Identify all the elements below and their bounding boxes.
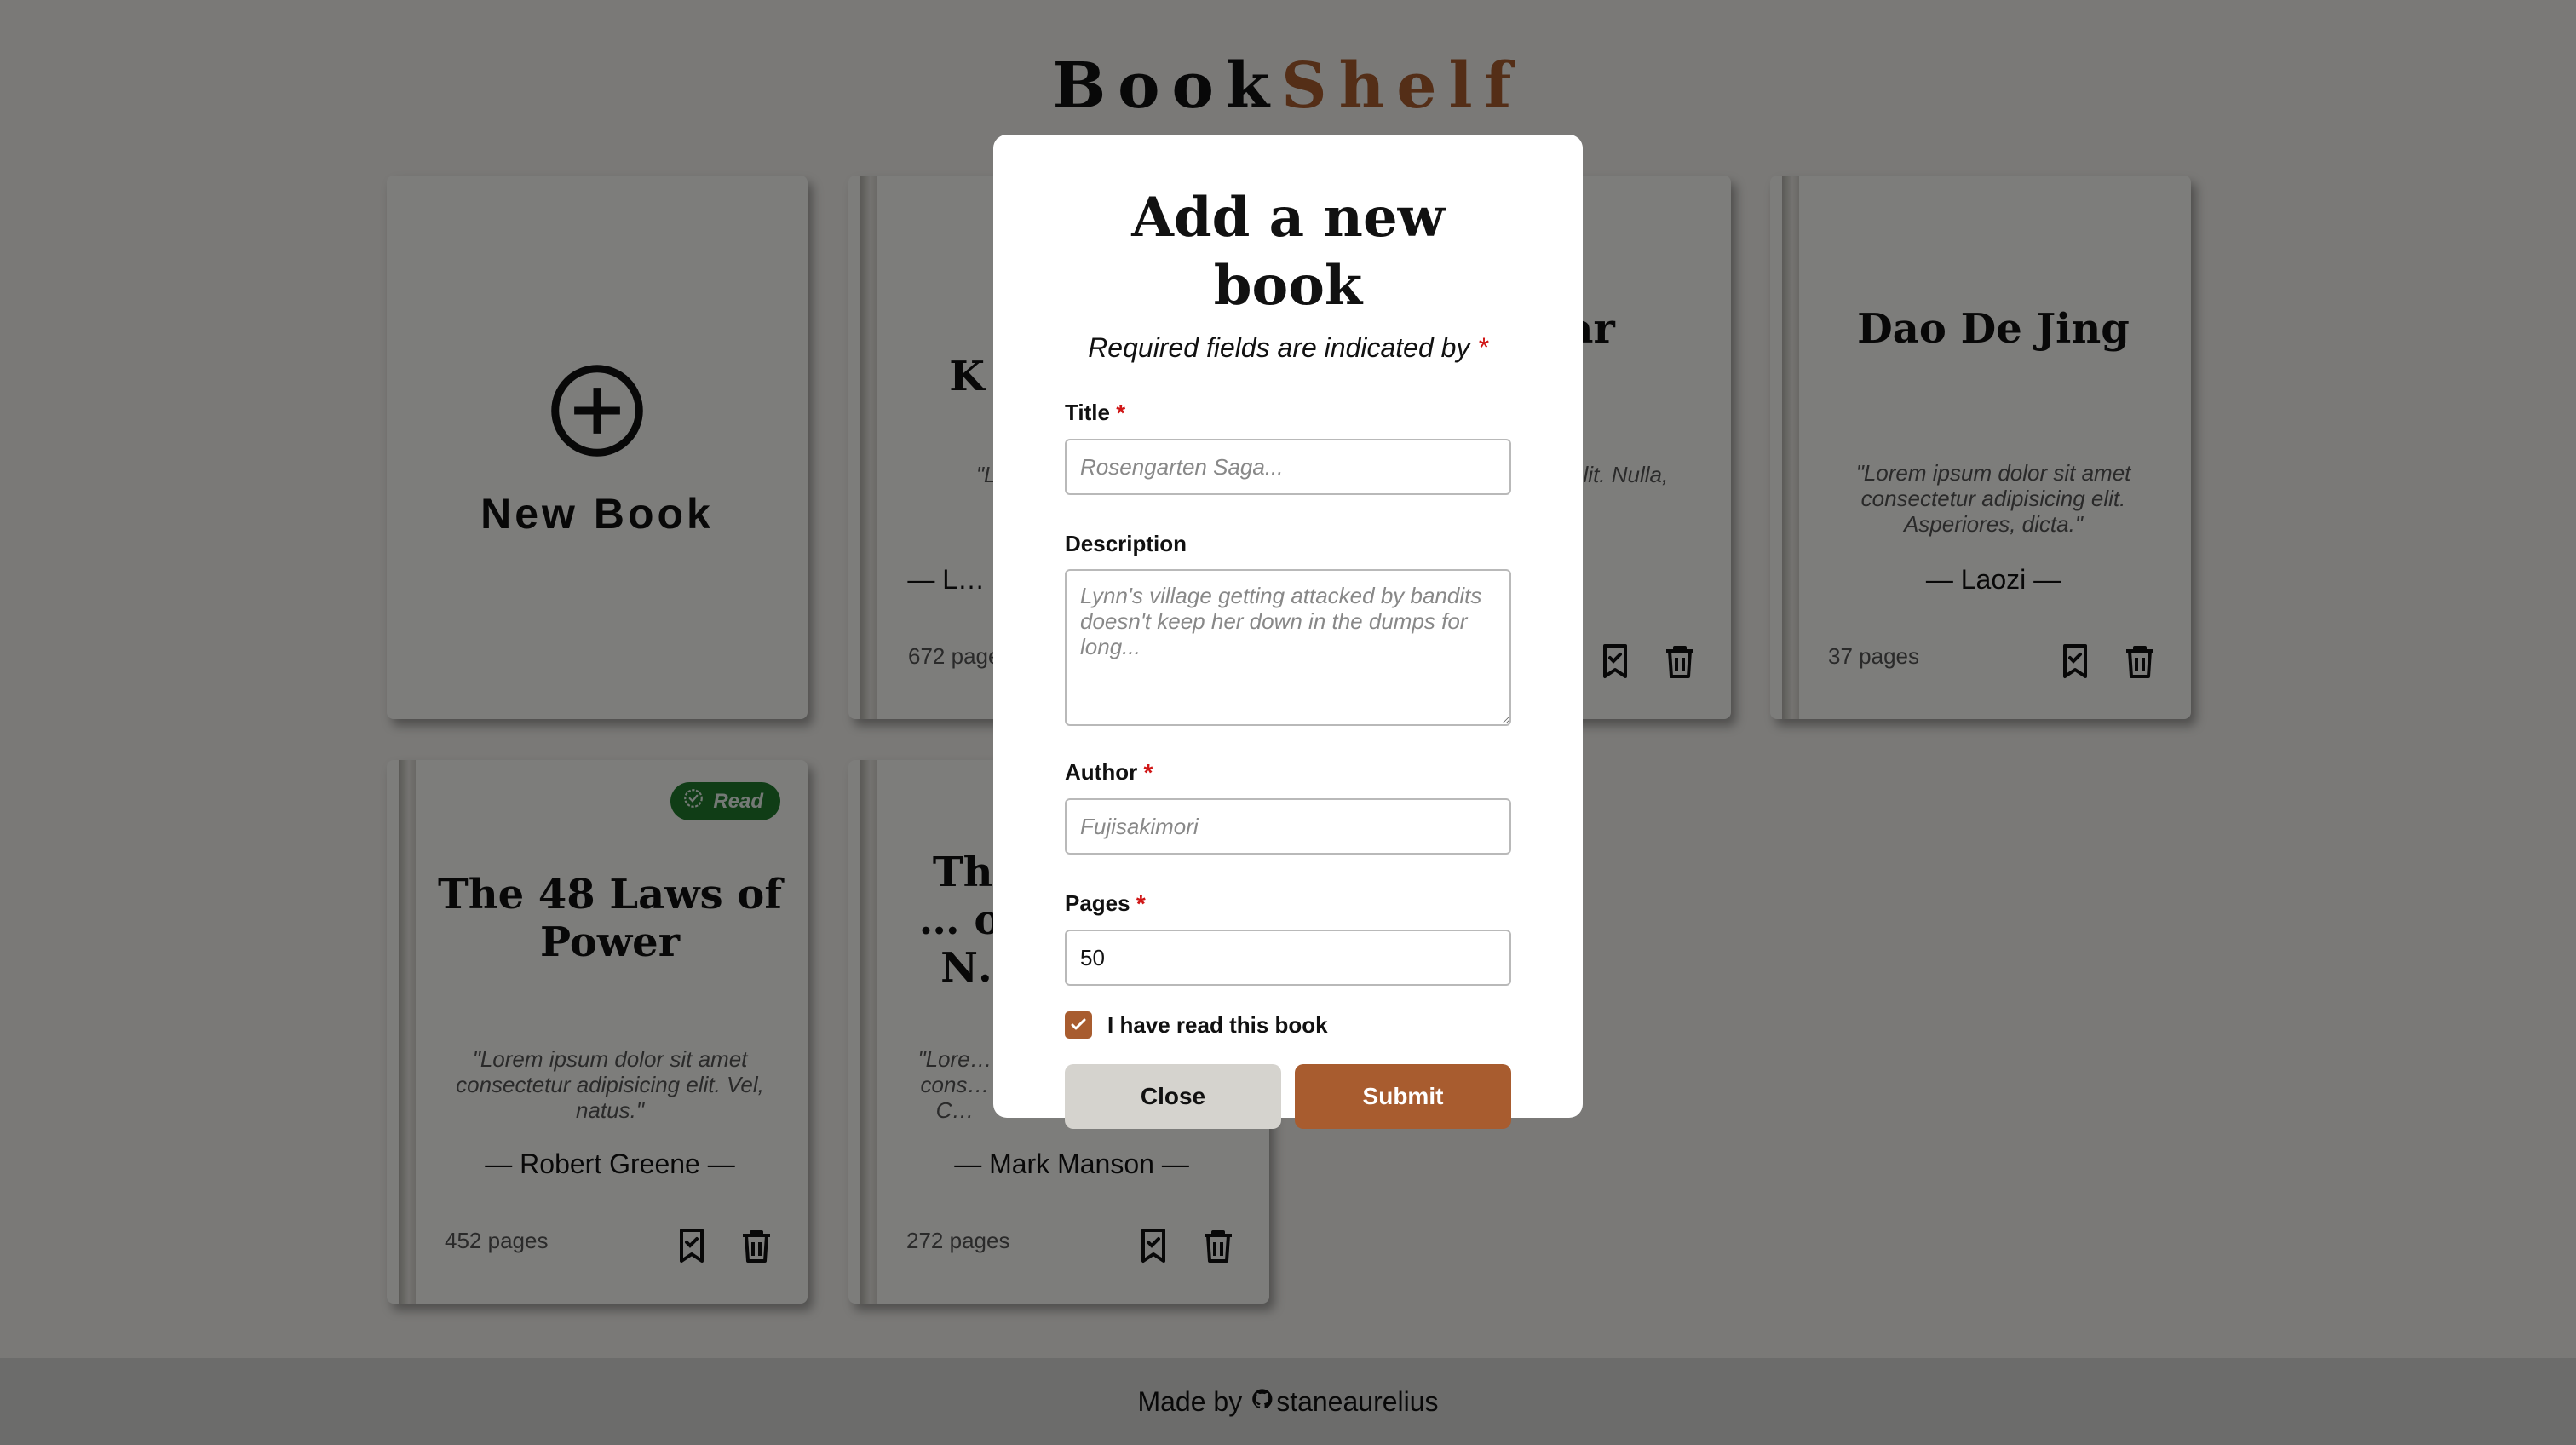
required-marker: * [1136,890,1146,917]
pages-label: Pages * [1065,890,1511,918]
read-checkbox[interactable] [1065,1011,1092,1039]
title-input[interactable] [1065,439,1511,495]
required-marker: * [1143,759,1153,786]
author-label-text: Author [1065,759,1138,785]
dialog-heading: Add a new book [1131,186,1445,318]
author-label: Author * [1065,759,1511,786]
title-label-text: Title [1065,400,1110,425]
author-input[interactable] [1065,798,1511,855]
dialog-buttons: Close Submit [1065,1064,1511,1129]
description-label-text: Description [1065,531,1187,556]
checkmark-icon [1071,1018,1086,1030]
read-checkbox-row[interactable]: I have read this book [1065,1011,1511,1039]
title-label: Title * [1065,400,1511,427]
required-marker: * [1477,332,1488,363]
required-marker: * [1116,400,1126,426]
close-button[interactable]: Close [1065,1064,1281,1129]
required-note-text: Required fields are indicated by [1088,332,1470,363]
read-checkbox-label: I have read this book [1107,1011,1328,1038]
description-label: Description [1065,531,1511,557]
pages-label-text: Pages [1065,890,1130,916]
required-note: Required fields are indicated by * [1065,332,1511,364]
add-book-dialog: Add a new book Required fields are indic… [993,135,1583,1129]
pages-input[interactable] [1065,930,1511,986]
submit-button[interactable]: Submit [1295,1064,1511,1129]
description-textarea[interactable] [1065,569,1511,726]
